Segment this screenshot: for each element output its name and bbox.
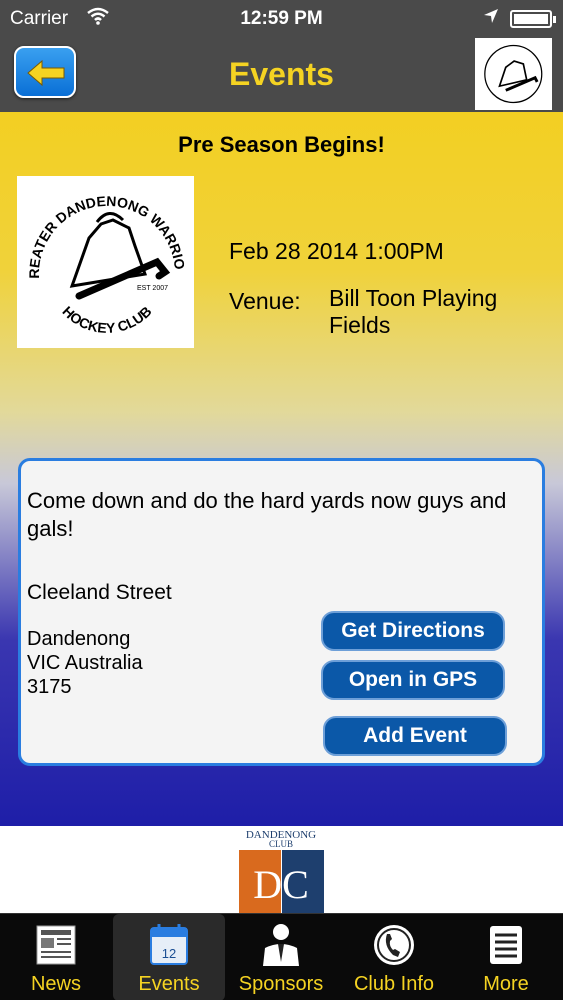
event-info-card: Come down and do the hard yards now guys… (18, 458, 545, 766)
address-suburb: Dandenong (27, 628, 131, 650)
get-directions-button[interactable]: Get Directions (321, 611, 505, 651)
sponsor-letters: DC (253, 862, 309, 907)
newspaper-icon (0, 922, 112, 968)
tab-label: Sponsors (238, 973, 324, 995)
list-icon (450, 922, 562, 968)
address-state-country: VIC Australia (27, 652, 143, 674)
event-title: Pre Season Begins! (178, 132, 385, 157)
tab-club-info[interactable]: Club Info (338, 914, 450, 1000)
logo-est-text: EST 2007 (137, 285, 168, 292)
event-detail: Pre Season Begins! GREATER DANDENONG WAR… (0, 112, 563, 826)
tab-label: Events (138, 973, 200, 995)
venue-label: Venue: (229, 288, 301, 314)
status-time: 12:59 PM (240, 8, 323, 29)
address-postcode: 3175 (27, 676, 72, 698)
calendar-icon: 12 (113, 922, 225, 968)
open-in-gps-button[interactable]: Open in GPS (321, 660, 505, 700)
address-street: Cleeland Street (27, 581, 172, 604)
calendar-day: 12 (162, 946, 176, 961)
sponsor-sub-text: CLUB (269, 839, 293, 849)
tab-more[interactable]: More (450, 914, 562, 1000)
tab-label: News (30, 973, 81, 995)
tab-label: More (483, 973, 529, 995)
battery-icon (510, 10, 556, 28)
location-arrow-icon (482, 7, 500, 31)
person-suit-icon (225, 922, 337, 968)
add-event-button[interactable]: Add Event (323, 716, 507, 756)
sponsor-logo[interactable]: DANDENONG CLUB DC (239, 826, 324, 913)
tab-events[interactable]: 12 Events (113, 914, 225, 1000)
ad-banner[interactable]: DANDENONG CLUB DC (0, 826, 563, 913)
club-logo: GREATER DANDENONG WARRIORS HOCKEY CLUB E… (12, 163, 194, 348)
phone-icon (338, 922, 450, 968)
club-logo-small (475, 38, 552, 110)
tab-sponsors[interactable]: Sponsors (225, 914, 337, 1000)
event-date: Feb 28 2014 1:00PM (229, 238, 444, 264)
navigation-bar: Events (0, 38, 563, 112)
status-bar: Carrier 12:59 PM (0, 0, 563, 38)
svg-text:HOCKEY CLUB: HOCKEY CLUB (59, 303, 154, 336)
logo-bottom-text: HOCKEY CLUB (59, 303, 154, 336)
tab-label: Club Info (353, 973, 435, 995)
venue-value: Bill Toon Playing Fields (329, 285, 498, 338)
tab-news[interactable]: News (0, 914, 112, 1000)
event-description: Come down and do the hard yards now guys… (27, 488, 507, 541)
tab-bar: News 12 Events Sponsors Club Info More (0, 913, 563, 1000)
